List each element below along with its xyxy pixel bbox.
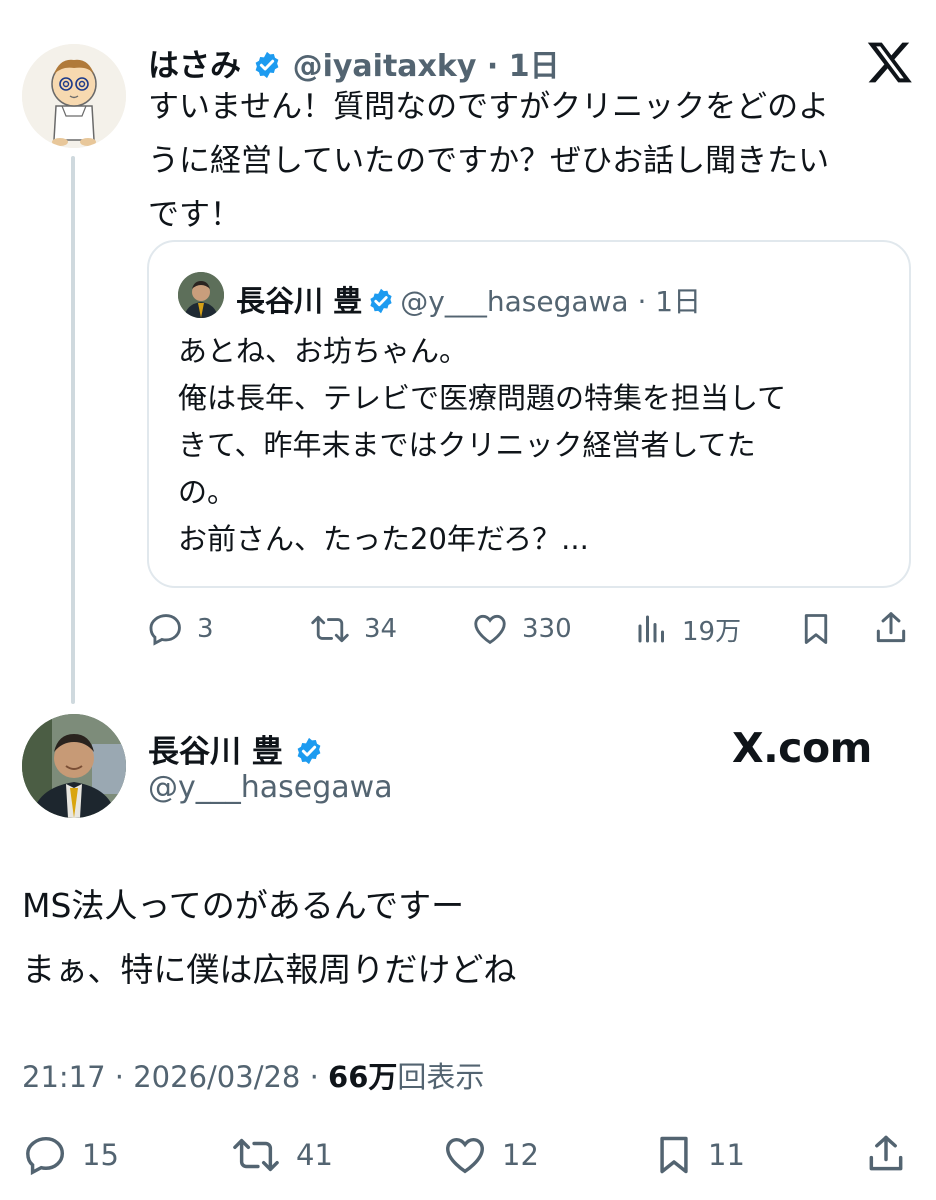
- heart-icon: [474, 614, 506, 645]
- bookmark-icon: [804, 614, 828, 644]
- dot-separator: ·: [105, 1060, 134, 1094]
- main-like-button[interactable]: 12: [440, 1132, 539, 1178]
- heart-icon: [446, 1137, 484, 1174]
- reply-count: 3: [197, 614, 214, 644]
- main-reply-button[interactable]: 15: [22, 1132, 119, 1178]
- main-reply-count: 15: [82, 1138, 119, 1172]
- main-retweet-button[interactable]: 41: [228, 1132, 333, 1178]
- bookmark-icon: [660, 1136, 688, 1174]
- retweet-button[interactable]: 34: [308, 610, 397, 648]
- dot-separator: ·: [628, 285, 656, 318]
- main-author-row: 長谷川 豊: [148, 726, 324, 774]
- reply-author-handle[interactable]: @iyaitaxky: [293, 49, 477, 84]
- quoted-time: 1日: [655, 285, 702, 318]
- main-author-handle[interactable]: @y___hasegawa: [148, 770, 393, 805]
- main-share-button[interactable]: [864, 1130, 908, 1178]
- main-bookmark-count: 11: [708, 1138, 745, 1172]
- main-tweet-text: MS法人ってのがあるんですー まぁ、特に僕は広報周りだけどね: [22, 886, 517, 989]
- quoted-author-avatar: [178, 272, 224, 318]
- bookmark-button[interactable]: [798, 610, 834, 648]
- verified-badge-icon: [294, 736, 324, 774]
- reply-author-name[interactable]: はさみ: [148, 48, 241, 84]
- views-button[interactable]: 19万: [634, 610, 741, 648]
- view-label: 回表示: [397, 1060, 485, 1094]
- verified-badge-icon: [367, 287, 395, 319]
- reply-icon: [149, 614, 181, 646]
- dot-separator: ·: [476, 49, 509, 84]
- main-like-count: 12: [502, 1138, 539, 1172]
- reply-text: すいません！質問なのですがクリニックをどのよ うに経営していたのですか？ぜひお話…: [148, 89, 830, 233]
- quoted-text: あとね、お坊ちゃん。 俺は長年、テレビで医療問題の特集を担当して きて、昨年末ま…: [178, 334, 787, 556]
- thread-connector-line: [71, 156, 75, 704]
- like-button[interactable]: 330: [470, 610, 572, 648]
- main-tweet-meta: 21:17 · 2026/03/28 · 66万回表示: [22, 1054, 484, 1096]
- share-icon: [869, 1135, 903, 1171]
- x-com-brand-text: X.com: [732, 724, 872, 772]
- dot-separator: ·: [300, 1060, 329, 1094]
- post-date[interactable]: 2026/03/28: [133, 1060, 300, 1094]
- retweet-icon: [311, 615, 349, 643]
- main-author-name[interactable]: 長谷川 豊: [148, 734, 283, 770]
- post-time[interactable]: 21:17: [22, 1060, 106, 1094]
- views-count: 19万: [682, 616, 742, 647]
- reply-time[interactable]: 1日: [509, 49, 560, 84]
- retweet-count: 34: [364, 614, 398, 644]
- view-count: 66万: [328, 1060, 398, 1094]
- quoted-author-handle: @y___hasegawa: [400, 285, 629, 318]
- main-author-avatar[interactable]: [22, 714, 126, 818]
- x-logo-icon: [866, 38, 914, 86]
- reply-button[interactable]: 3: [147, 610, 214, 648]
- retweet-icon: [233, 1138, 279, 1172]
- like-count: 330: [522, 614, 572, 644]
- share-icon: [876, 612, 906, 643]
- quoted-author-name: 長谷川 豊: [236, 284, 363, 318]
- main-retweet-count: 41: [296, 1138, 333, 1172]
- main-bookmark-button[interactable]: 11: [652, 1132, 745, 1178]
- avatar-hasami[interactable]: [22, 44, 126, 148]
- analytics-icon: [638, 615, 664, 643]
- reply-icon: [26, 1136, 65, 1176]
- share-button[interactable]: [872, 608, 910, 648]
- quoted-author-row: 長谷川 豊 @y___hasegawa · 1日: [236, 278, 701, 320]
